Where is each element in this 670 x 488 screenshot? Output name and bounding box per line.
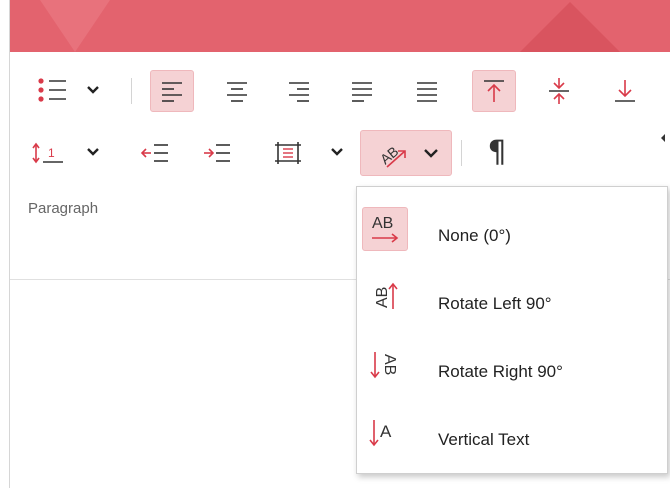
show-formatting-button[interactable]: ¶	[476, 132, 518, 174]
decrease-indent-button[interactable]	[134, 132, 176, 174]
title-bar-decoration	[40, 0, 110, 52]
chevron-down-icon	[331, 148, 343, 156]
text-direction-icon: AB	[377, 143, 406, 168]
align-bottom-icon	[615, 80, 635, 102]
menu-item-none[interactable]: AB None (0°)	[357, 193, 667, 257]
chevron-down-icon	[87, 86, 99, 94]
toolbar-separator	[131, 78, 132, 104]
menu-item-rotate-right[interactable]: AB Rotate Right 90°	[357, 329, 667, 393]
margins-button[interactable]	[266, 132, 310, 174]
justify-button[interactable]	[341, 70, 383, 112]
menu-item-label: Vertical Text	[438, 430, 530, 449]
title-bar-decoration	[520, 2, 620, 52]
menu-item-rotate-left[interactable]: AB Rotate Left 90°	[357, 261, 667, 325]
line-spacing-icon: 1	[32, 142, 63, 164]
align-center-icon	[227, 82, 247, 102]
icon-text: AB	[374, 287, 391, 308]
rotate-right-icon: AB	[362, 343, 408, 387]
svg-text:AB: AB	[377, 143, 402, 167]
vertical-text-icon: A	[362, 411, 408, 455]
rotate-left-icon: AB	[362, 275, 408, 319]
chevron-down-icon	[87, 148, 99, 156]
icon-text: A	[380, 422, 392, 441]
bullets-dropdown-button[interactable]	[82, 79, 104, 101]
distributed-icon	[417, 82, 437, 102]
align-center-button[interactable]	[216, 70, 258, 112]
increase-indent-button[interactable]	[196, 132, 238, 174]
bullets-icon	[38, 78, 66, 102]
title-bar	[10, 0, 670, 52]
toolbar-separator	[461, 140, 462, 166]
group-label-paragraph: Paragraph	[28, 200, 99, 217]
line-spacing-button[interactable]: 1	[26, 132, 70, 174]
text-direction-menu: AB None (0°) AB Rotate Left 90° AB Rotat…	[356, 186, 668, 474]
menu-item-label: Rotate Left 90°	[438, 294, 552, 313]
align-left-icon	[162, 82, 182, 102]
align-top-icon	[484, 80, 504, 102]
align-top-button[interactable]	[472, 70, 516, 112]
align-middle-button[interactable]	[538, 70, 580, 112]
margins-dropdown-button[interactable]	[326, 141, 348, 163]
text-direction-none-icon: AB	[362, 207, 408, 251]
align-right-button[interactable]	[278, 70, 320, 112]
pilcrow-icon: ¶	[487, 135, 507, 170]
icon-text: AB	[372, 215, 393, 232]
menu-item-vertical-text[interactable]: A Vertical Text	[357, 397, 667, 461]
line-spacing-dropdown-button[interactable]	[82, 141, 104, 163]
justify-icon	[352, 82, 372, 102]
align-bottom-button[interactable]	[604, 70, 646, 112]
align-middle-icon	[549, 78, 569, 104]
distributed-button[interactable]	[406, 70, 448, 112]
chevron-left-icon[interactable]	[661, 134, 665, 142]
decrease-indent-icon	[140, 144, 168, 162]
menu-item-label: None (0°)	[438, 226, 511, 245]
align-left-button[interactable]	[150, 70, 194, 112]
menu-item-label: Rotate Right 90°	[438, 362, 563, 381]
chevron-down-icon	[424, 149, 438, 158]
increase-indent-icon	[204, 144, 230, 162]
align-right-icon	[289, 82, 309, 102]
margins-icon	[275, 142, 301, 164]
svg-text:1: 1	[48, 146, 55, 160]
bullets-button[interactable]	[29, 71, 77, 109]
icon-text: AB	[381, 354, 398, 375]
text-direction-button[interactable]: AB	[360, 130, 452, 176]
